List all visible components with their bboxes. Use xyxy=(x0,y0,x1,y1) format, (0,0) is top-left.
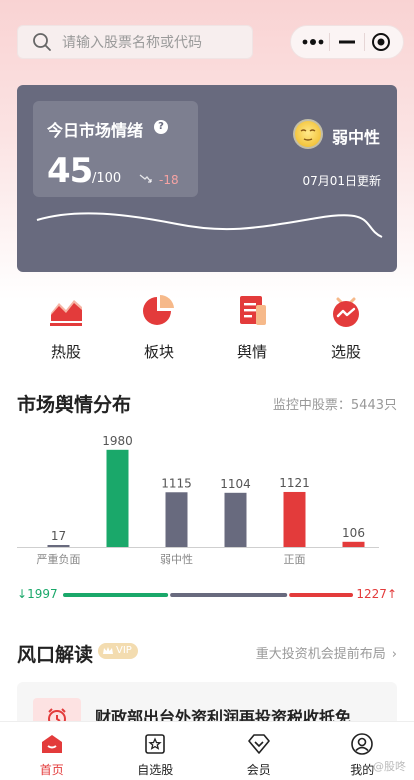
sentiment-delta: -18 xyxy=(159,173,179,187)
sentiment-trend-line xyxy=(36,212,383,238)
positive-total: 1227↑ xyxy=(356,587,397,601)
star-folder-icon xyxy=(145,734,166,754)
miniprogram-capsule xyxy=(290,25,404,59)
hot-chart-icon xyxy=(50,300,82,326)
close-button[interactable] xyxy=(366,27,396,57)
search-placeholder: 请输入股票名称或代码 xyxy=(62,35,202,51)
pie-chart-icon xyxy=(143,294,174,325)
sentiment-distribution-chart: 17 严重负面 1980 1115 弱中性 1104 1121 正面 106 xyxy=(17,425,397,575)
diamond-icon xyxy=(247,734,270,754)
trend-down-icon xyxy=(139,174,152,183)
fengkou-more-label: 重大投资机会提前布局 xyxy=(255,647,386,662)
tab-label: 自选股 xyxy=(137,763,174,777)
bar-3[interactable] xyxy=(224,492,247,547)
split-bar-graphic xyxy=(63,593,353,597)
capsule-divider xyxy=(363,33,365,51)
search-icon xyxy=(33,33,51,51)
news-doc-icon xyxy=(240,296,266,325)
nav-stock-picker[interactable]: 选股 xyxy=(311,293,381,362)
vip-label: VIP xyxy=(116,645,132,656)
bar-4[interactable] xyxy=(283,491,306,547)
distribution-bar-chart: 17 严重负面 1980 1115 弱中性 1104 1121 正面 106 xyxy=(17,434,379,566)
user-icon xyxy=(351,733,374,755)
nav-label: 热股 xyxy=(50,343,81,361)
mood-label: 弱中性 xyxy=(332,128,381,147)
nav-sentiment-news[interactable]: 舆情 xyxy=(217,293,287,362)
home-icon xyxy=(41,735,62,753)
sentiment-score-max: /100 xyxy=(92,171,122,186)
tab-watchlist[interactable]: 自选股 xyxy=(104,722,208,780)
bar-1[interactable] xyxy=(106,449,129,547)
category-label: 弱中性 xyxy=(160,552,193,566)
fengkou-more-link[interactable]: 重大投资机会提前布局 › xyxy=(256,643,397,662)
category-label: 严重负面 xyxy=(37,552,81,566)
tab-label: 首页 xyxy=(39,763,64,777)
more-button[interactable] xyxy=(298,27,328,57)
positive-total-value: 1227 xyxy=(356,587,387,601)
vip-badge: VIP xyxy=(98,643,138,659)
fengkou-title: 风口解读 xyxy=(17,644,94,666)
select-stock-icon xyxy=(333,297,359,327)
nav-label: 选股 xyxy=(330,343,361,361)
bar-value-label: 1980 xyxy=(102,434,133,448)
bar-value-label: 17 xyxy=(51,529,66,543)
bar-value-label: 106 xyxy=(342,526,365,540)
minimize-button[interactable] xyxy=(332,27,362,57)
chevron-right-icon: › xyxy=(391,647,397,662)
update-time: 07月01日更新 xyxy=(302,174,381,188)
sentiment-split-bar: ↓1997 1227↑ xyxy=(17,585,397,605)
market-sentiment-card[interactable]: 今日市场情绪 ? 45 /100 -18 弱中性 07月01日更新 xyxy=(17,85,397,272)
nav-sectors[interactable]: 板块 xyxy=(124,293,194,362)
sentiment-title: 今日市场情绪 xyxy=(47,121,144,140)
capsule-divider xyxy=(329,33,331,51)
more-dots-icon xyxy=(302,39,324,45)
sentiment-score: 45 xyxy=(47,151,93,191)
search-input[interactable]: 请输入股票名称或代码 xyxy=(17,25,253,59)
minus-icon xyxy=(338,40,355,44)
split-segment-0 xyxy=(63,593,169,597)
bar-value-label: 1115 xyxy=(161,476,192,490)
tab-label: 会员 xyxy=(246,763,271,777)
sentiment-score-panel: 今日市场情绪 ? 45 /100 -18 xyxy=(33,101,198,197)
watermark: @股咚 xyxy=(373,760,406,773)
split-segment-2 xyxy=(289,593,353,597)
bar-value-label: 1104 xyxy=(220,477,251,491)
neutral-face-icon xyxy=(293,119,323,149)
bottom-tab-bar: 首页 自选股 会员 我的 xyxy=(0,721,414,780)
nav-hot-stocks[interactable]: 热股 xyxy=(31,293,101,362)
nav-label: 舆情 xyxy=(236,343,267,361)
bar-0[interactable] xyxy=(47,545,70,547)
bar-2[interactable] xyxy=(165,492,188,547)
crown-icon xyxy=(103,647,113,654)
tab-home[interactable]: 首页 xyxy=(0,722,104,780)
monitor-count: 监控中股票：5443只 xyxy=(272,398,397,413)
category-label: 正面 xyxy=(284,553,306,566)
nav-label: 板块 xyxy=(143,343,174,361)
split-segment-1 xyxy=(170,593,288,597)
target-icon xyxy=(372,33,391,51)
tab-membership[interactable]: 会员 xyxy=(207,722,311,780)
bar-value-label: 1121 xyxy=(279,476,310,490)
bar-5[interactable] xyxy=(342,541,365,547)
help-icon[interactable]: ? xyxy=(154,120,168,134)
distribution-title: 市场舆情分布 xyxy=(17,394,132,416)
